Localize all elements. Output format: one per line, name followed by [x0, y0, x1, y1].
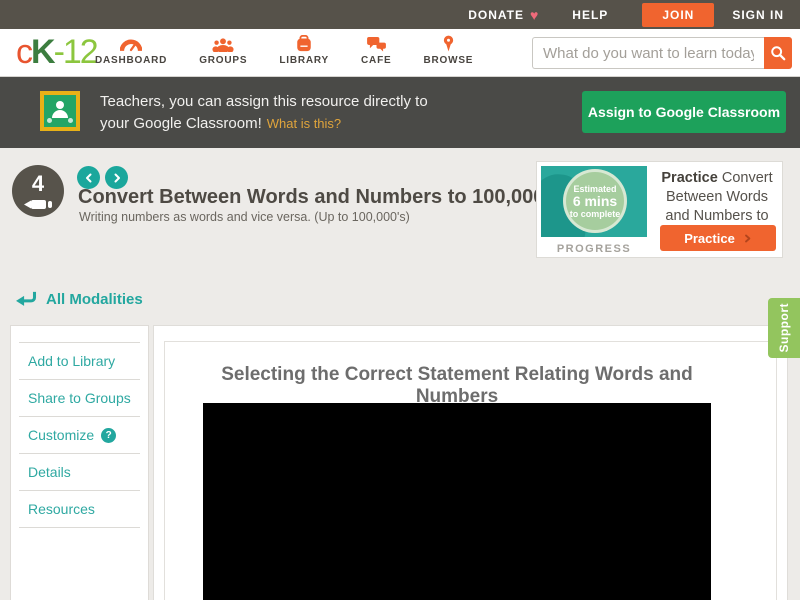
- dashboard-gauge-icon: [120, 34, 142, 52]
- library-backpack-icon: [295, 34, 313, 52]
- sidebar-item-add-to-library[interactable]: Add to Library: [19, 343, 140, 380]
- join-button[interactable]: JOIN: [642, 3, 714, 27]
- practice-thumbnail[interactable]: Estimated 6 mins to complete: [541, 166, 647, 237]
- estimated-time-circle: Estimated 6 mins to complete: [563, 169, 627, 233]
- sidebar-item-label: Share to Groups: [28, 390, 131, 406]
- nav-item-library[interactable]: LIBRARY: [279, 34, 329, 66]
- video-player[interactable]: [203, 403, 711, 600]
- classroom-side-figure-left: [47, 118, 52, 123]
- search-icon: [770, 45, 786, 61]
- google-classroom-icon: [40, 91, 80, 131]
- search-button[interactable]: [764, 37, 792, 69]
- search-bar: [532, 37, 792, 69]
- practice-button[interactable]: Practice: [660, 225, 776, 251]
- practice-card-title-bold: Practice: [661, 170, 717, 186]
- donate-link[interactable]: DONATE ♥: [468, 7, 538, 23]
- nav-label: BROWSE: [423, 55, 473, 66]
- ck12-lesson-page: DONATE ♥ HELP JOIN SIGN IN cK-12 DASHBOA…: [0, 0, 800, 600]
- nav-label: DASHBOARD: [95, 55, 167, 66]
- logo-c: c: [16, 33, 31, 71]
- content-inner-box: Selecting the Correct Statement Relating…: [164, 341, 777, 600]
- nav-label: LIBRARY: [279, 55, 329, 66]
- nav-label: CAFE: [361, 55, 391, 66]
- help-link[interactable]: HELP: [572, 8, 608, 22]
- main-content-panel: Selecting the Correct Statement Relating…: [153, 325, 788, 600]
- sidebar-item-label: Add to Library: [28, 353, 115, 369]
- chevron-right-icon: [743, 233, 752, 244]
- logo-12: -12: [54, 33, 97, 71]
- browse-bulb-icon: [442, 34, 455, 52]
- sidebar-list: Add to Library Share to Groups Customize…: [11, 343, 148, 528]
- chevron-right-icon: [111, 172, 123, 184]
- practice-button-label: Practice: [684, 231, 735, 246]
- logo-k: K: [31, 33, 54, 71]
- practice-card: Estimated 6 mins to complete PROGRESS Pr…: [536, 161, 783, 258]
- all-modalities-label: All Modalities: [46, 291, 143, 308]
- banner-line1: Teachers, you can assign this resource d…: [100, 91, 428, 113]
- groups-people-icon: [212, 34, 234, 52]
- estimated-label: Estimated: [573, 184, 616, 194]
- main-nav: cK-12 DASHBOARD GROUPS LIBRARY: [0, 29, 800, 77]
- estimated-minutes: 6 mins: [573, 194, 617, 209]
- banner-line2: your Google Classroom!: [100, 115, 262, 132]
- sidebar-item-share-to-groups[interactable]: Share to Groups: [19, 380, 140, 417]
- banner-line2-wrap: your Google Classroom! What is this?: [100, 113, 428, 135]
- progress-label: PROGRESS: [541, 243, 647, 255]
- nav-item-dashboard[interactable]: DASHBOARD: [95, 34, 167, 66]
- banner-message: Teachers, you can assign this resource d…: [100, 91, 428, 135]
- chevron-left-icon: [83, 172, 95, 184]
- search-input[interactable]: [532, 37, 764, 69]
- classroom-person-head: [56, 101, 64, 109]
- estimated-suffix: to complete: [570, 209, 621, 219]
- assign-to-google-classroom-button[interactable]: Assign to Google Classroom: [582, 91, 786, 133]
- nav-item-groups[interactable]: GROUPS: [199, 34, 247, 66]
- google-classroom-icon-inner: [44, 95, 76, 127]
- back-arrow-icon: [14, 290, 37, 308]
- classroom-side-figure-right: [68, 118, 73, 123]
- google-classroom-banner: Teachers, you can assign this resource d…: [0, 77, 800, 148]
- heart-icon: ♥: [530, 7, 538, 23]
- sidebar-item-label: Customize: [28, 427, 94, 443]
- sidebar-item-resources[interactable]: Resources: [19, 491, 140, 528]
- nav-item-cafe[interactable]: CAFE: [361, 34, 391, 66]
- nav-label: GROUPS: [199, 55, 247, 66]
- sidebar-item-details[interactable]: Details: [19, 454, 140, 491]
- content-heading: Selecting the Correct Statement Relating…: [203, 364, 711, 408]
- all-modalities-link[interactable]: All Modalities: [14, 290, 143, 308]
- sign-in-link[interactable]: SIGN IN: [732, 8, 784, 22]
- classroom-person-body: [52, 110, 68, 118]
- donate-label: DONATE: [468, 8, 524, 22]
- lesson-number: 4: [12, 171, 64, 197]
- what-is-this-link[interactable]: What is this?: [267, 116, 341, 131]
- sidebar-item-label: Resources: [28, 501, 95, 517]
- top-utility-bar: DONATE ♥ HELP JOIN SIGN IN: [0, 0, 800, 29]
- cafe-chat-icon: [366, 34, 387, 52]
- support-tab[interactable]: Support: [768, 298, 800, 358]
- nav-items: DASHBOARD GROUPS LIBRARY CAFE: [95, 34, 473, 66]
- sidebar: Add to Library Share to Groups Customize…: [10, 325, 149, 600]
- page-subtitle: Writing numbers as words and vice versa.…: [79, 210, 410, 224]
- help-question-icon[interactable]: ?: [101, 428, 116, 443]
- sidebar-item-label: Details: [28, 464, 71, 480]
- page-title: Convert Between Words and Numbers to 100…: [78, 186, 544, 209]
- nav-item-browse[interactable]: BROWSE: [423, 34, 473, 66]
- support-tab-label: Support: [777, 303, 791, 353]
- sidebar-item-customize[interactable]: Customize?: [19, 417, 140, 454]
- lesson-number-badge: 4: [12, 165, 64, 217]
- ck12-logo[interactable]: cK-12: [16, 33, 97, 72]
- crayon-icon: [23, 198, 53, 211]
